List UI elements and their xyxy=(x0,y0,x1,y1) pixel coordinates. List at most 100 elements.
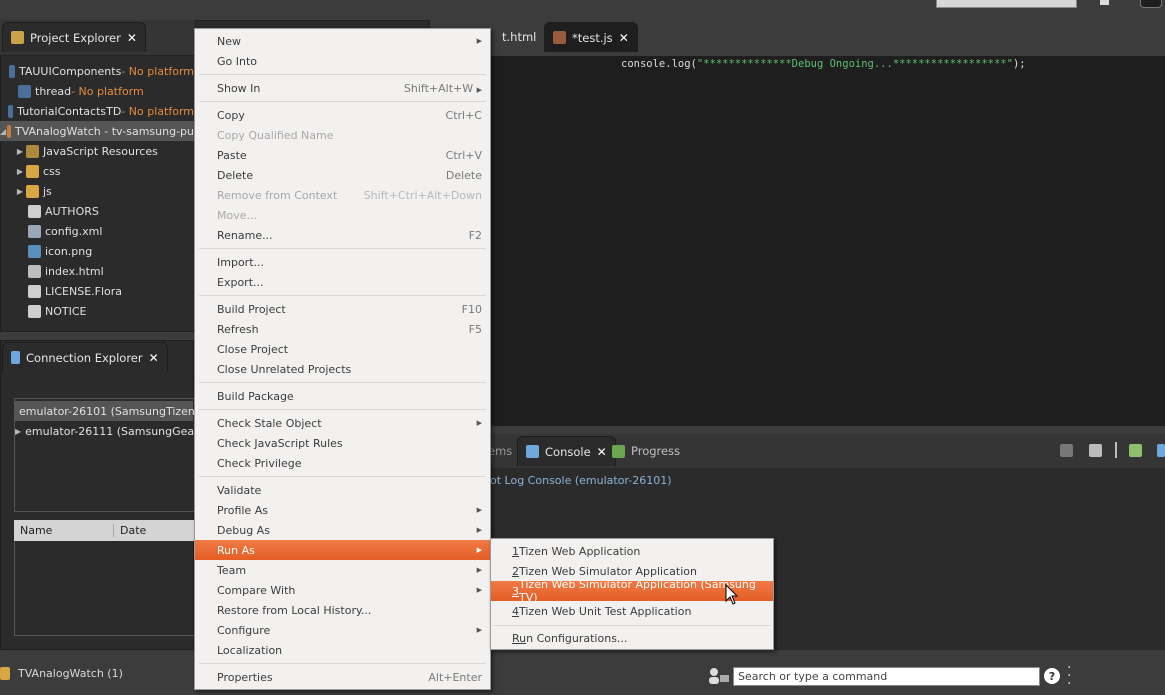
code-line: console.log("**************Debug Ongoing… xyxy=(621,58,1026,70)
quick-access-field[interactable] xyxy=(936,0,1077,8)
tab-label: t.html xyxy=(502,30,537,44)
toolbar-separator xyxy=(1115,442,1117,458)
tree-item[interactable]: index.html xyxy=(0,261,194,281)
collapsed-arrow-icon[interactable]: ▶ xyxy=(15,427,21,436)
tab-connection-explorer[interactable]: Connection Explorer ✕ xyxy=(2,342,168,372)
tree-item[interactable]: LICENSE.Flora xyxy=(0,281,194,301)
menu-item-rename[interactable]: Rename... F2 xyxy=(195,225,490,245)
open-console-icon[interactable] xyxy=(1157,444,1165,457)
perspective-icon[interactable] xyxy=(1100,0,1109,5)
progress-icon xyxy=(612,444,625,458)
close-icon[interactable]: ✕ xyxy=(619,31,629,45)
tree-item[interactable]: NOTICE xyxy=(0,301,194,321)
tree-item[interactable]: TAUUIComponents - No platform xyxy=(0,61,194,81)
menu-item-copy[interactable]: Copy Ctrl+C xyxy=(195,105,490,125)
collapsed-arrow-icon[interactable]: ▶ xyxy=(14,187,26,196)
expanded-arrow-icon[interactable]: ◢ xyxy=(0,127,6,136)
tree-item[interactable]: config.xml xyxy=(0,221,194,241)
mouse-pointer-icon xyxy=(725,584,739,605)
more-icon[interactable]: · · · xyxy=(1067,661,1073,691)
tab-label: Progress xyxy=(631,444,681,458)
file-icon xyxy=(28,204,41,218)
folder-icon xyxy=(26,184,39,198)
column-header-date[interactable]: Date xyxy=(114,524,146,537)
status-selection: TVAnalogWatch (1) xyxy=(18,667,123,680)
tab-label: Console xyxy=(545,444,591,459)
device-list: emulator-26101 (SamsungTizen ▶ emulator-… xyxy=(14,398,195,512)
tree-item[interactable]: ▶ css xyxy=(0,161,194,181)
tree-item-selected[interactable]: ◢ TVAnalogWatch - tv-samsung-pu xyxy=(0,121,194,141)
menu-item-refresh[interactable]: Refresh F5 xyxy=(195,319,490,339)
menu-item-check-javascript-rules[interactable]: Check JavaScript Rules xyxy=(195,433,490,453)
tree-item[interactable]: ▶ js xyxy=(0,181,194,201)
pin-console-icon[interactable] xyxy=(1129,444,1142,457)
menu-item-new[interactable]: New ▶ xyxy=(195,31,490,51)
collapsed-arrow-icon[interactable]: ▶ xyxy=(14,147,26,156)
menu-item-localization[interactable]: Localization xyxy=(195,640,490,660)
submenu-item-run-configurations[interactable]: Ru n Configurations... xyxy=(491,628,773,648)
column-header-name[interactable]: Name xyxy=(14,524,114,537)
menu-item-build-package[interactable]: Build Package xyxy=(195,386,490,406)
tab-html-file[interactable]: t.html xyxy=(494,22,544,52)
menu-item-validate[interactable]: Validate xyxy=(195,480,490,500)
menu-item-properties[interactable]: Properties Alt+Enter xyxy=(195,667,490,687)
menu-item-remove-from-context: Remove from Context Shift+Ctrl+Alt+Down xyxy=(217,188,482,202)
clear-console-icon[interactable] xyxy=(1060,444,1073,457)
close-icon[interactable]: ✕ xyxy=(149,351,159,365)
project-icon xyxy=(0,667,10,680)
menu-item-check-stale-object[interactable]: Check Stale Object ▶ xyxy=(195,413,490,433)
tree-item[interactable]: thread - No platform xyxy=(0,81,194,101)
folder-tree-icon xyxy=(11,31,24,44)
device-item[interactable]: ▶ emulator-26111 (SamsungGea xyxy=(15,421,194,441)
menu-item-debug-as[interactable]: Debug As ▶ xyxy=(195,520,490,540)
menu-item-check-privilege[interactable]: Check Privilege xyxy=(195,453,490,473)
submenu-item-tizen-web-application[interactable]: 1 Tizen Web Application xyxy=(491,541,773,561)
tab-progress[interactable]: Progress xyxy=(604,436,688,466)
collapsed-arrow-icon[interactable]: ▶ xyxy=(14,167,26,176)
xml-file-icon xyxy=(28,224,41,238)
tab-console[interactable]: Console ✕ xyxy=(517,436,616,466)
js-file-icon xyxy=(553,31,566,44)
menu-item-paste[interactable]: Paste Ctrl+V xyxy=(195,145,490,165)
menu-item-export[interactable]: Export... xyxy=(195,272,490,292)
menu-item-build-project[interactable]: Build Project F10 xyxy=(195,299,490,319)
tree-item[interactable]: TutorialContactsTD - No platform xyxy=(0,101,194,121)
image-file-icon xyxy=(28,244,41,258)
file-icon xyxy=(28,284,41,298)
menu-item-close-unrelated-projects[interactable]: Close Unrelated Projects xyxy=(195,359,490,379)
tab-test-js[interactable]: *test.js ✕ xyxy=(544,22,638,52)
menu-item-team[interactable]: Team ▶ xyxy=(195,560,490,580)
project-tree: TAUUIComponents - No platform thread - N… xyxy=(0,58,194,330)
menu-item-restore-local-history[interactable]: Restore from Local History... xyxy=(195,600,490,620)
tab-project-explorer[interactable]: Project Explorer ✕ xyxy=(2,22,146,52)
menu-item-close-project[interactable]: Close Project xyxy=(195,339,490,359)
tab-label: Project Explorer xyxy=(30,30,121,45)
project-icon xyxy=(18,84,31,98)
help-icon[interactable]: ? xyxy=(1044,668,1060,684)
tizen-perspective-icon[interactable] xyxy=(1140,0,1162,8)
tab-label: ems xyxy=(488,444,513,458)
code-editor[interactable] xyxy=(490,56,1165,426)
tab-label: Connection Explorer xyxy=(26,350,143,365)
device-icon xyxy=(11,351,20,364)
menu-item-compare-with[interactable]: Compare With ▶ xyxy=(195,580,490,600)
scroll-lock-icon[interactable] xyxy=(1089,444,1102,457)
tree-item[interactable]: AUTHORS xyxy=(0,201,194,221)
menu-item-import[interactable]: Import... xyxy=(195,252,490,272)
file-table-header: Name Date xyxy=(14,520,194,541)
menu-item-run-as[interactable]: Run As ▶ xyxy=(195,540,490,560)
console-title: ot Log Console (emulator-26101) xyxy=(490,474,672,487)
menu-item-show-in[interactable]: Show In Shift+Alt+W ▶ xyxy=(195,78,490,98)
command-search-input[interactable]: Search or type a command xyxy=(733,667,1040,686)
menu-item-delete[interactable]: Delete Delete xyxy=(195,165,490,185)
menu-item-configure[interactable]: Configure ▶ xyxy=(195,620,490,640)
menu-item-profile-as[interactable]: Profile As ▶ xyxy=(195,500,490,520)
device-item-selected[interactable]: emulator-26101 (SamsungTizen xyxy=(15,401,195,421)
tab-label: *test.js xyxy=(572,30,613,45)
tizen-project-icon xyxy=(7,124,11,138)
tree-item[interactable]: icon.png xyxy=(0,241,194,261)
tree-item[interactable]: ▶ JavaScript Resources xyxy=(0,141,194,161)
close-icon[interactable]: ✕ xyxy=(127,31,137,45)
person-icon[interactable] xyxy=(706,666,730,686)
menu-item-go-into[interactable]: Go Into xyxy=(195,51,490,71)
